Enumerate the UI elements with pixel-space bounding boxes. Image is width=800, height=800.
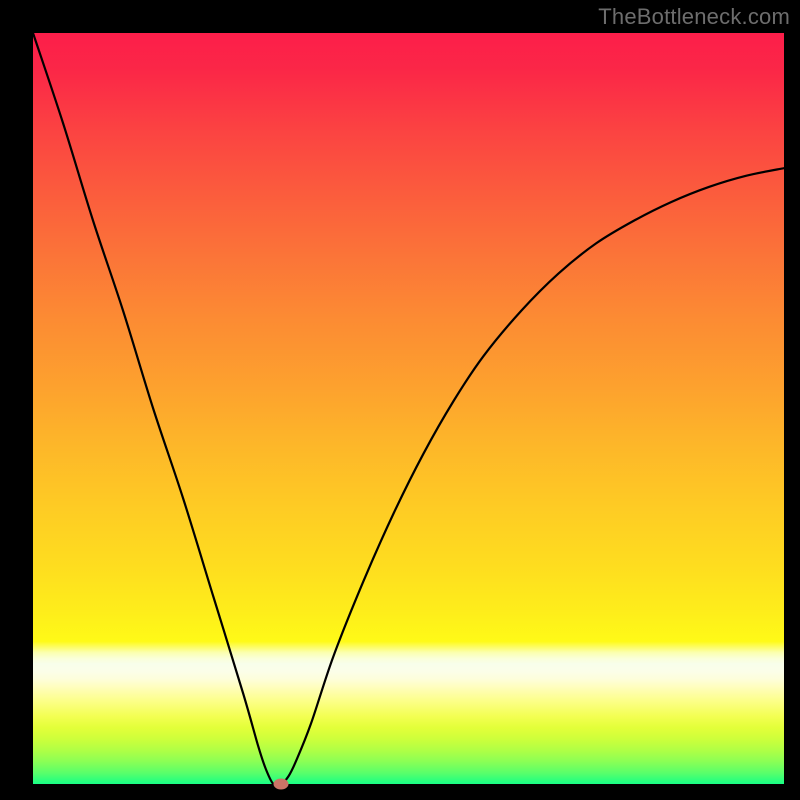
gradient-plot-area	[33, 33, 784, 784]
watermark-text: TheBottleneck.com	[598, 4, 790, 30]
chart-frame: TheBottleneck.com	[0, 0, 800, 800]
minimum-marker	[273, 779, 288, 790]
